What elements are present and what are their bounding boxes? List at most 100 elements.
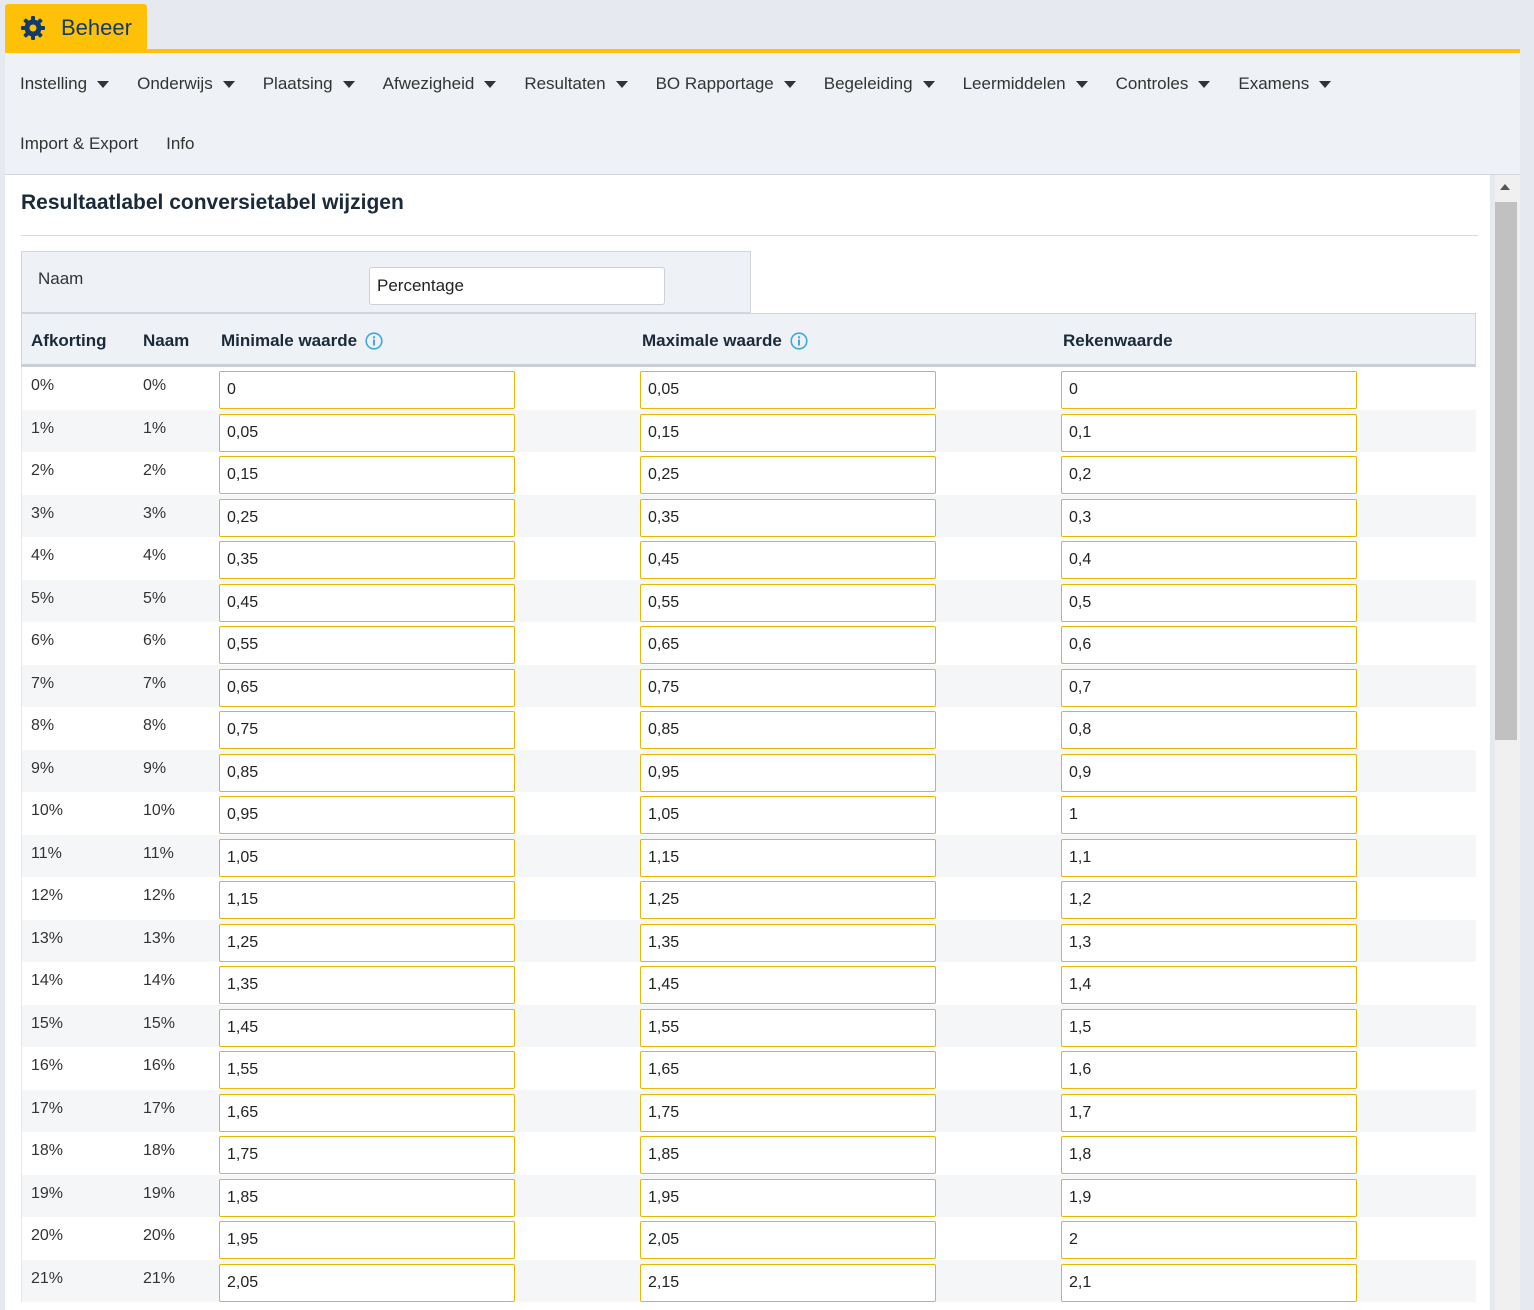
maximale-waarde-input[interactable] [640, 923, 936, 962]
minimale-waarde-input[interactable] [219, 498, 515, 537]
rekenwaarde-input[interactable] [1061, 456, 1357, 494]
maximale-waarde-input[interactable] [640, 626, 936, 664]
scrollbar-thumb[interactable] [1495, 202, 1517, 740]
header-maximale-waarde: Maximale waarde [642, 331, 808, 351]
maximale-waarde-input[interactable] [640, 498, 936, 537]
rekenwaarde-input[interactable] [1061, 498, 1357, 537]
menu-item-afwezigheid[interactable]: Afwezigheid [383, 73, 497, 95]
maximale-waarde-input[interactable] [640, 1136, 936, 1174]
minimale-waarde-input[interactable] [219, 541, 515, 579]
minimale-waarde-input[interactable] [219, 1178, 515, 1217]
caret-down-icon [1198, 80, 1211, 88]
rekenwaarde-input[interactable] [1061, 711, 1357, 749]
rekenwaarde-input[interactable] [1061, 541, 1357, 579]
caret-down-icon [1075, 80, 1088, 88]
menu-item-instelling[interactable]: Instelling [20, 73, 110, 95]
rekenwaarde-input[interactable] [1061, 966, 1357, 1004]
maximale-waarde-input[interactable] [640, 1178, 936, 1217]
minimale-waarde-input[interactable] [219, 1263, 515, 1302]
rekenwaarde-input[interactable] [1061, 1093, 1357, 1132]
scroll-up-arrow-icon[interactable] [1500, 184, 1510, 190]
maximale-waarde-input[interactable] [640, 456, 936, 494]
afkorting-cell: 1% [31, 419, 55, 437]
info-icon[interactable] [790, 332, 808, 350]
naam-input[interactable] [369, 267, 665, 305]
maximale-waarde-input[interactable] [640, 881, 936, 919]
conversion-table: Afkorting Naam Minimale waarde Maximale … [21, 313, 1476, 1302]
maximale-waarde-input[interactable] [640, 541, 936, 579]
maximale-waarde-input[interactable] [640, 966, 936, 1004]
maximale-waarde-input[interactable] [640, 711, 936, 749]
maximale-waarde-input[interactable] [640, 753, 936, 792]
minimale-waarde-input[interactable] [219, 753, 515, 792]
rekenwaarde-input[interactable] [1061, 1178, 1357, 1217]
rekenwaarde-input[interactable] [1061, 1263, 1357, 1302]
menu-item-examens[interactable]: Examens [1238, 73, 1332, 95]
info-icon[interactable] [365, 332, 383, 350]
rekenwaarde-input[interactable] [1061, 583, 1357, 622]
rekenwaarde-input[interactable] [1061, 796, 1357, 834]
menu-item-bo-rapportage[interactable]: BO Rapportage [656, 73, 796, 95]
minimale-waarde-input[interactable] [219, 838, 515, 877]
menu-item-controles[interactable]: Controles [1116, 73, 1211, 95]
rekenwaarde-input[interactable] [1061, 668, 1357, 707]
vertical-scrollbar[interactable] [1495, 175, 1520, 1310]
menu-item-begeleiding[interactable]: Begeleiding [824, 73, 935, 95]
maximale-waarde-input[interactable] [640, 371, 936, 409]
maximale-waarde-input[interactable] [640, 668, 936, 707]
menu-item-plaatsing[interactable]: Plaatsing [263, 73, 355, 95]
menu-item-label: Onderwijs [137, 74, 213, 93]
maximale-waarde-input[interactable] [640, 1263, 936, 1302]
minimale-waarde-input[interactable] [219, 711, 515, 749]
rekenwaarde-input[interactable] [1061, 1136, 1357, 1174]
maximale-waarde-input[interactable] [640, 1051, 936, 1089]
maximale-waarde-input[interactable] [640, 1093, 936, 1132]
rekenwaarde-input[interactable] [1061, 923, 1357, 962]
menu-item-resultaten[interactable]: Resultaten [524, 73, 628, 95]
rekenwaarde-input[interactable] [1061, 1008, 1357, 1047]
minimale-waarde-input[interactable] [219, 1093, 515, 1132]
minimale-waarde-input[interactable] [219, 923, 515, 962]
caret-down-icon [1319, 80, 1332, 88]
rekenwaarde-input[interactable] [1061, 838, 1357, 877]
minimale-waarde-input[interactable] [219, 796, 515, 834]
menu-item-leermiddelen[interactable]: Leermiddelen [963, 73, 1088, 95]
table-row: 20% 20% [21, 1217, 1476, 1260]
minimale-waarde-input[interactable] [219, 371, 515, 409]
maximale-waarde-input[interactable] [640, 413, 936, 452]
afkorting-cell: 0% [31, 377, 55, 394]
rekenwaarde-input[interactable] [1061, 371, 1357, 409]
maximale-waarde-input[interactable] [640, 1221, 936, 1259]
gear-icon [19, 14, 47, 42]
maximale-waarde-input[interactable] [640, 1008, 936, 1047]
rekenwaarde-input[interactable] [1061, 1051, 1357, 1089]
maximale-waarde-input[interactable] [640, 583, 936, 622]
minimale-waarde-input[interactable] [219, 1008, 515, 1047]
rekenwaarde-input[interactable] [1061, 753, 1357, 792]
minimale-waarde-input[interactable] [219, 668, 515, 707]
minimale-waarde-input[interactable] [219, 583, 515, 622]
rekenwaarde-input[interactable] [1061, 413, 1357, 452]
maximale-waarde-input[interactable] [640, 796, 936, 834]
minimale-waarde-input[interactable] [219, 966, 515, 1004]
rekenwaarde-input[interactable] [1061, 1221, 1357, 1259]
minimale-waarde-input[interactable] [219, 881, 515, 919]
tab-beheer[interactable]: Beheer [5, 4, 147, 52]
menu-item-onderwijs[interactable]: Onderwijs [137, 73, 235, 95]
table-header: Afkorting Naam Minimale waarde Maximale … [21, 313, 1476, 367]
rekenwaarde-input[interactable] [1061, 626, 1357, 664]
minimale-waarde-input[interactable] [219, 1136, 515, 1174]
minimale-waarde-input[interactable] [219, 1051, 515, 1089]
minimale-waarde-input[interactable] [219, 1221, 515, 1259]
naam-cell: 21% [143, 1269, 176, 1287]
tab-label: Beheer [61, 15, 132, 40]
rekenwaarde-input[interactable] [1061, 881, 1357, 919]
menu-item-label: Resultaten [524, 74, 606, 93]
maximale-waarde-input[interactable] [640, 838, 936, 877]
menu-item-import-export[interactable]: Import & Export [20, 133, 138, 155]
minimale-waarde-input[interactable] [219, 456, 515, 494]
afkorting-cell: 3% [31, 504, 55, 522]
minimale-waarde-input[interactable] [219, 626, 515, 664]
menu-item-info[interactable]: Info [166, 133, 194, 155]
minimale-waarde-input[interactable] [219, 413, 515, 452]
